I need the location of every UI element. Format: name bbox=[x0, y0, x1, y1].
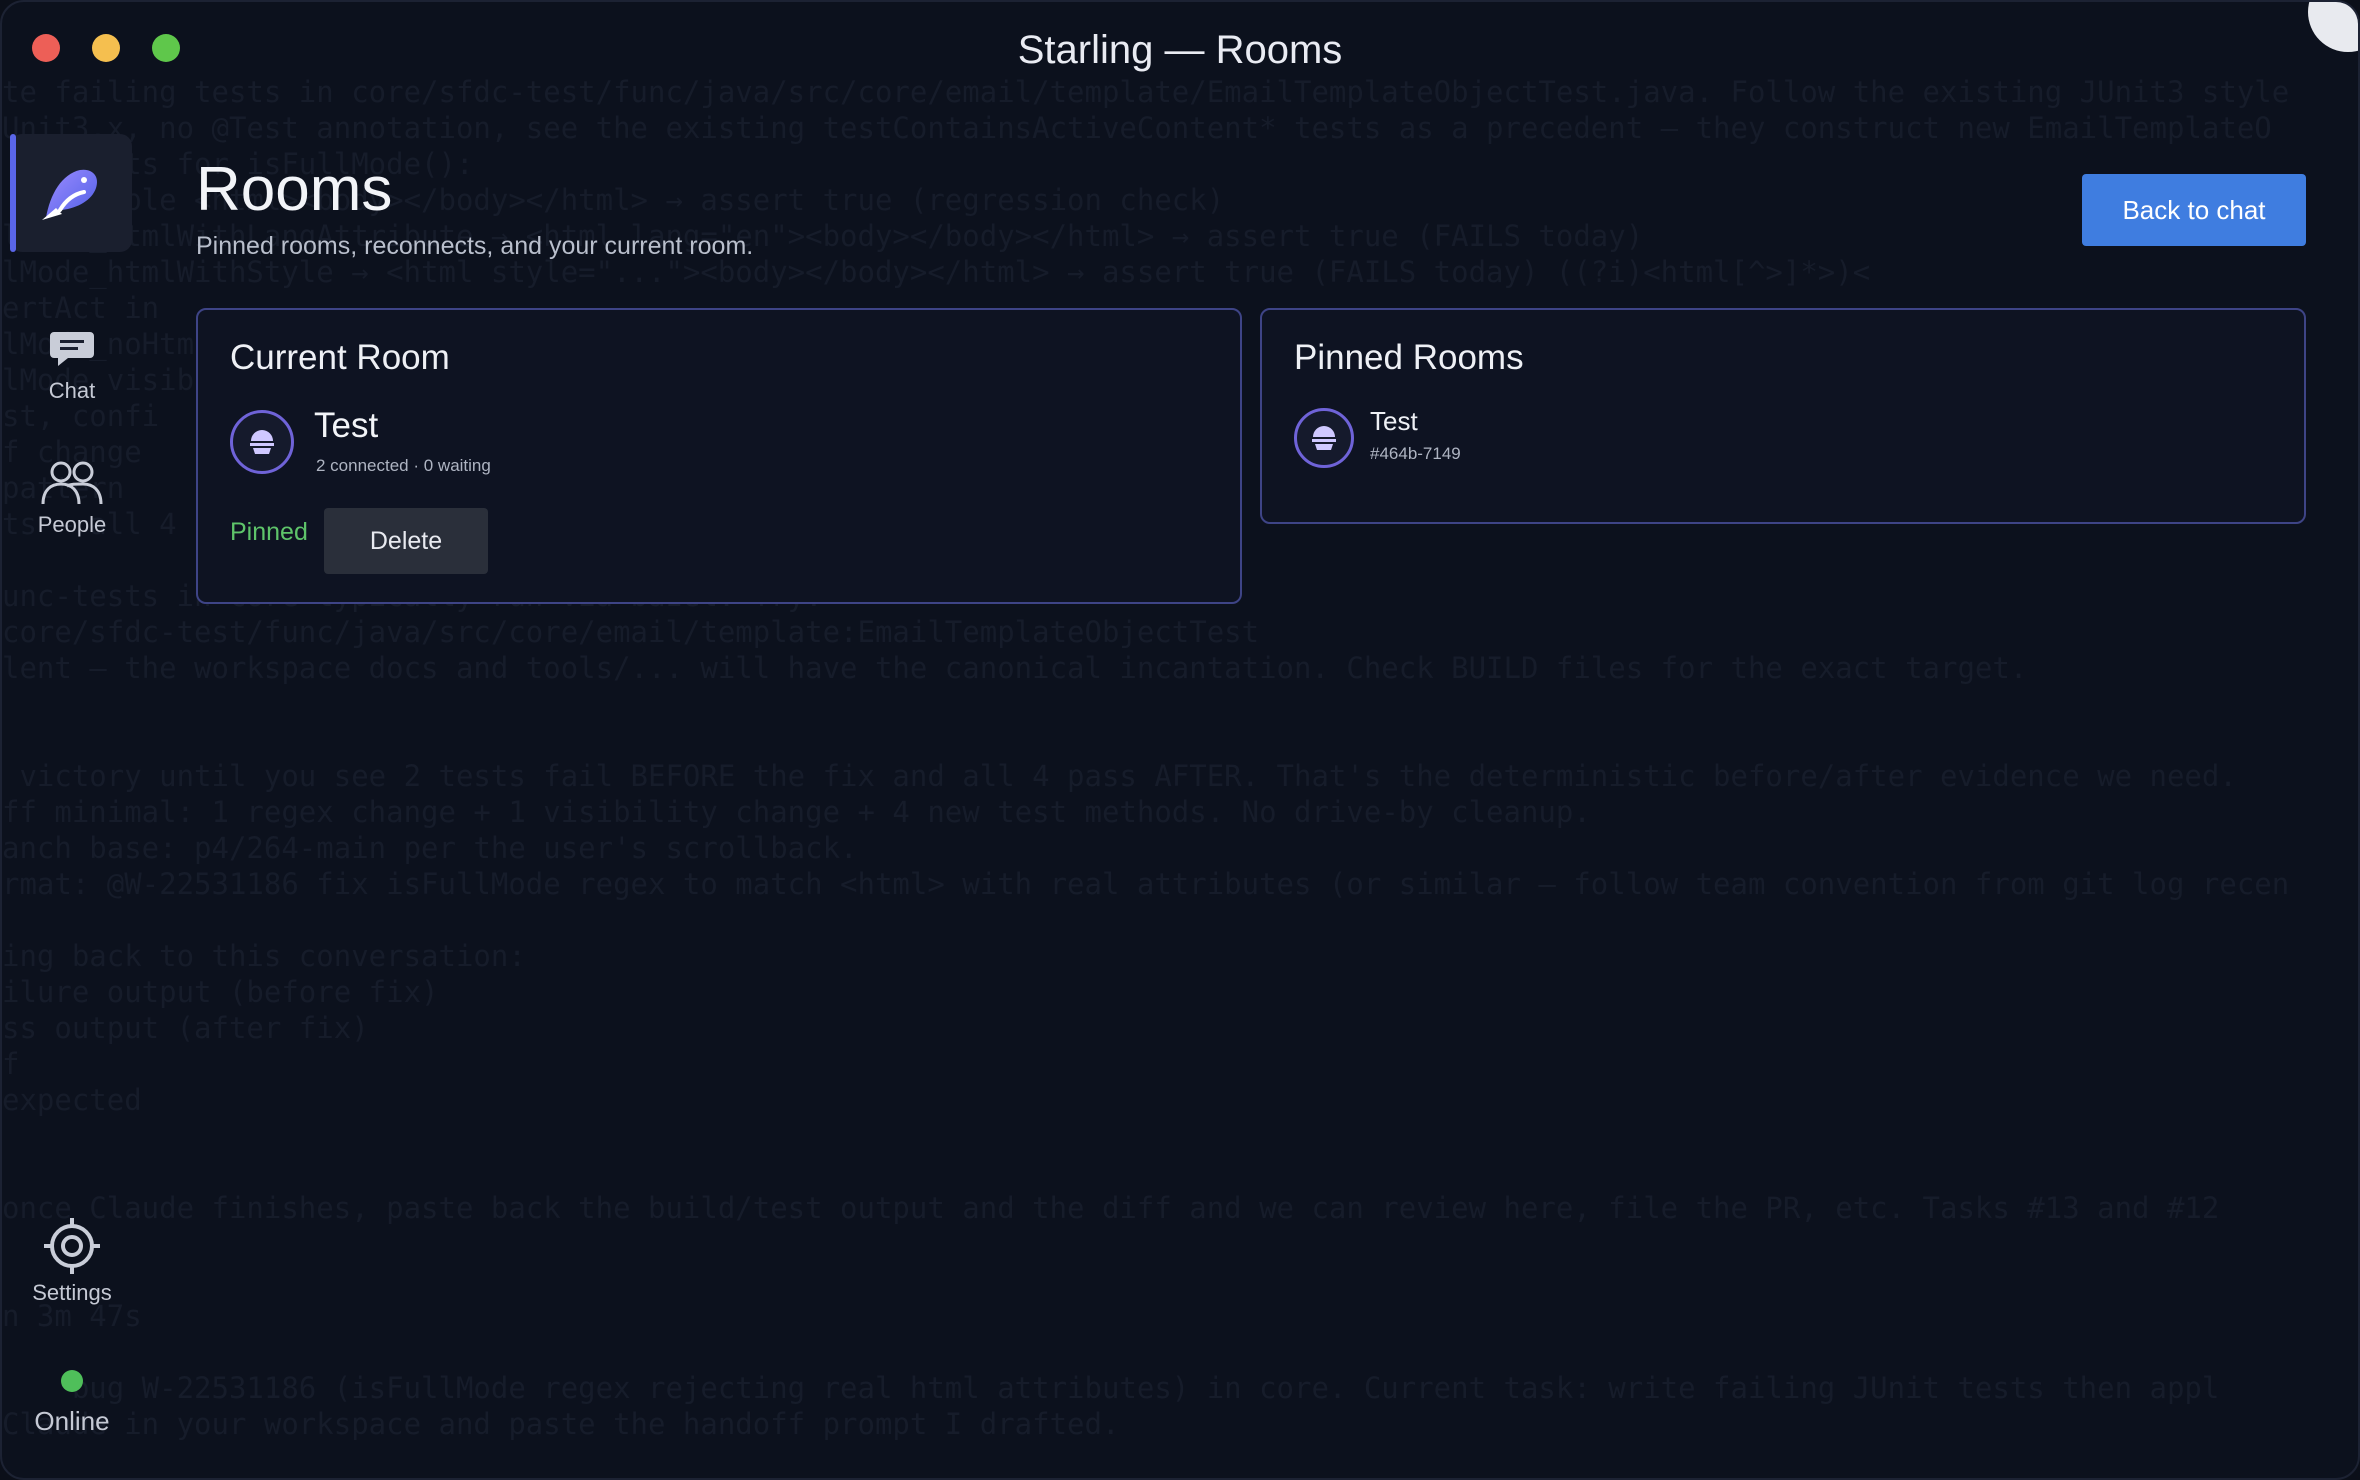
current-room-meta: 2 connected · 0 waiting bbox=[316, 456, 491, 475]
sidebar-item-label: Settings bbox=[32, 1280, 112, 1305]
room-avatar bbox=[1294, 408, 1354, 468]
gear-icon bbox=[44, 1218, 100, 1274]
delete-room-button[interactable]: Delete bbox=[324, 508, 488, 574]
status-label: Online bbox=[34, 1406, 110, 1436]
room-basket-icon bbox=[1312, 426, 1336, 450]
sidebar-item-chat[interactable]: Chat bbox=[2, 324, 142, 404]
sidebar-item-people[interactable]: People bbox=[2, 458, 142, 538]
main-content: Rooms Pinned rooms, reconnects, and your… bbox=[196, 106, 2358, 1478]
page-subtitle: Pinned rooms, reconnects, and your curre… bbox=[196, 232, 754, 260]
sidebar-item-label: Chat bbox=[48, 378, 96, 403]
back-to-chat-button[interactable]: Back to chat bbox=[2082, 174, 2306, 246]
online-status-dot bbox=[61, 1370, 83, 1392]
app-logo-tile[interactable] bbox=[10, 134, 132, 252]
title-bar: Starling — Rooms bbox=[2, 2, 2358, 106]
people-icon bbox=[41, 461, 103, 505]
current-room-card: Current Room Test 2 connected · 0 waitin… bbox=[196, 308, 1242, 604]
window-title: Starling — Rooms bbox=[1017, 28, 1343, 72]
pinned-rooms-card: Pinned Rooms Test #464b-7149 bbox=[1260, 308, 2306, 524]
current-room-heading: Current Room bbox=[230, 338, 450, 377]
sidebar: Chat People Settings Online bbox=[2, 106, 142, 1478]
app-window: te failing tests in core/sfdc-test/func/… bbox=[0, 0, 2360, 1480]
room-avatar bbox=[230, 410, 294, 474]
starling-logo-icon bbox=[42, 169, 98, 220]
active-indicator bbox=[10, 134, 16, 252]
page-title: Rooms bbox=[196, 155, 393, 224]
sidebar-item-label: People bbox=[37, 512, 107, 537]
pinned-status-label: Pinned bbox=[230, 518, 308, 546]
pinned-rooms-heading: Pinned Rooms bbox=[1294, 338, 1524, 377]
pinned-room-name[interactable]: Test bbox=[1370, 406, 1418, 437]
connection-status: Online bbox=[2, 1370, 142, 1437]
current-room-name: Test bbox=[314, 406, 379, 445]
chat-icon bbox=[50, 332, 94, 366]
sidebar-item-settings[interactable]: Settings bbox=[2, 1216, 142, 1306]
room-basket-icon bbox=[250, 430, 274, 454]
pinned-room-id: #464b-7149 bbox=[1370, 444, 1461, 463]
